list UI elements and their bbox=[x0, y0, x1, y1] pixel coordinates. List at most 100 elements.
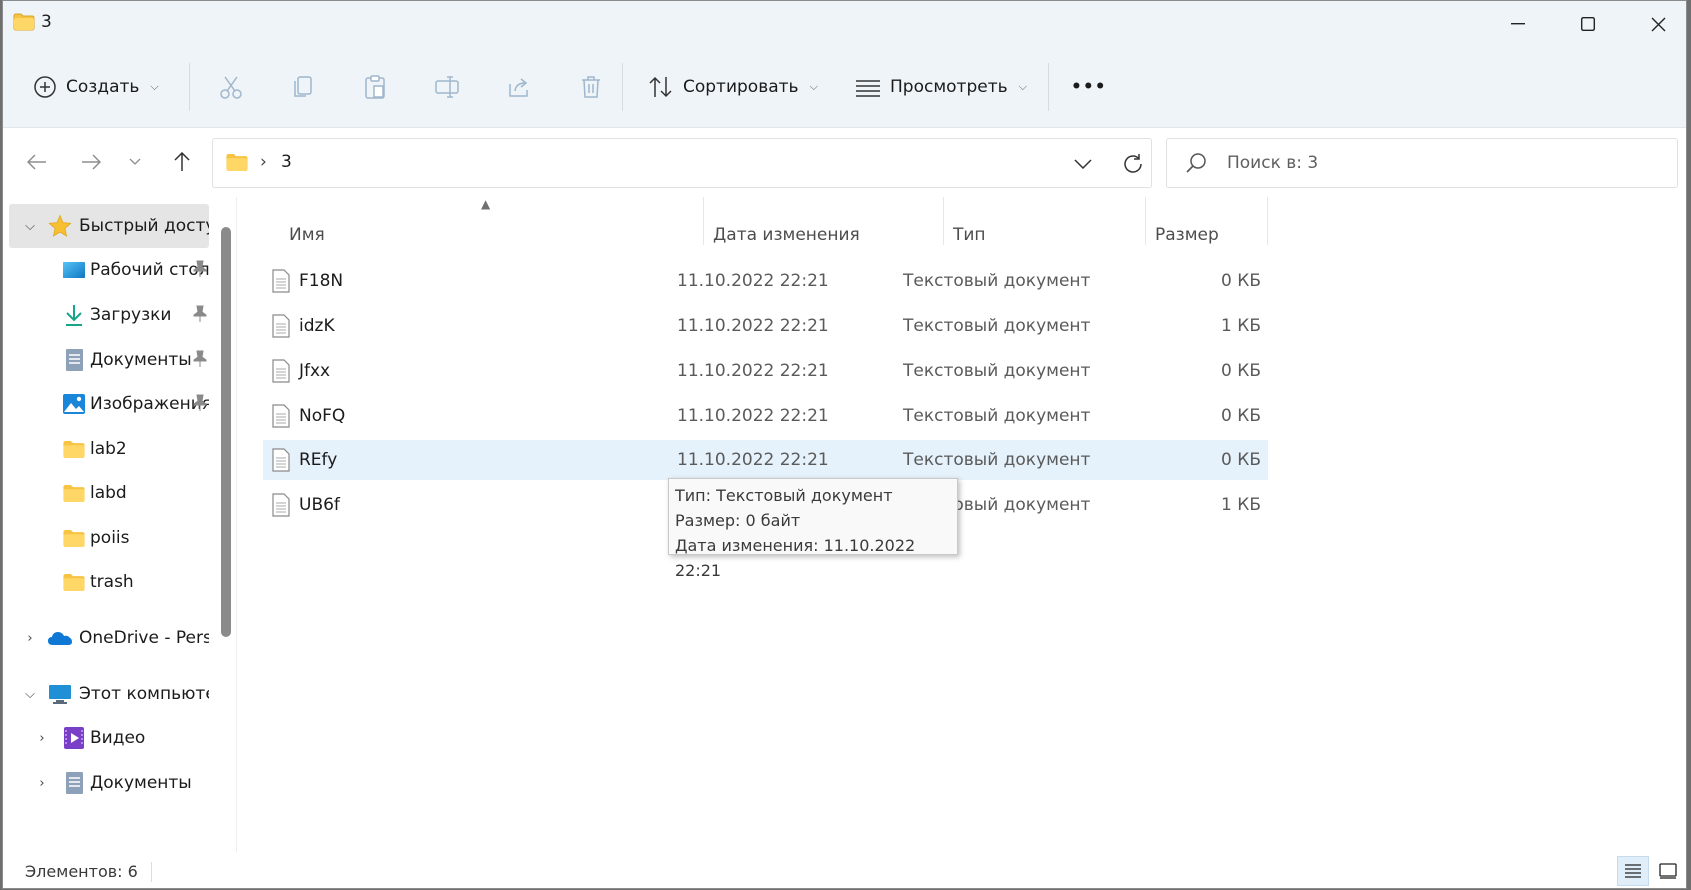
sidebar-item-this-pc[interactable]: ⌵ Этот компьютер bbox=[9, 672, 209, 716]
status-bar: Элементов: 6 bbox=[3, 852, 1686, 888]
tooltip-modified: Дата изменения: 11.10.2022 22:21 bbox=[675, 536, 916, 580]
copy-button[interactable] bbox=[287, 71, 319, 103]
sidebar-item-documents[interactable]: Документы bbox=[9, 338, 209, 382]
delete-button[interactable] bbox=[575, 71, 607, 103]
chevron-down-icon[interactable]: ⌵ bbox=[21, 687, 39, 702]
file-size: 1 КБ bbox=[1221, 495, 1261, 515]
column-header-size[interactable]: Размер bbox=[1155, 215, 1219, 255]
sidebar-item-labd[interactable]: labd bbox=[9, 471, 209, 515]
sidebar-item-label: OneDrive - Personal bbox=[79, 628, 209, 648]
chevron-down-icon[interactable]: ⌵ bbox=[21, 219, 39, 234]
chevron-right-icon[interactable]: › bbox=[21, 631, 39, 646]
file-row[interactable]: NoFQ 11.10.2022 22:21 Текстовый документ… bbox=[263, 396, 1268, 436]
details-view-icon bbox=[1625, 864, 1641, 878]
sidebar-item-label: Загрузки bbox=[90, 305, 172, 325]
sidebar-item-onedrive[interactable]: › OneDrive - Personal bbox=[9, 616, 209, 660]
sidebar-item-downloads[interactable]: Загрузки bbox=[9, 293, 209, 337]
share-button[interactable] bbox=[503, 71, 535, 103]
file-row[interactable]: F18N 11.10.2022 22:21 Текстовый документ… bbox=[263, 261, 1268, 301]
column-header-label: Размер bbox=[1155, 225, 1219, 245]
separator bbox=[622, 63, 623, 111]
column-separator[interactable] bbox=[1267, 197, 1268, 245]
new-button[interactable]: Создать ⌵ bbox=[33, 67, 159, 107]
back-button[interactable] bbox=[21, 146, 53, 178]
recent-locations-button[interactable] bbox=[119, 146, 151, 178]
file-size: 0 КБ bbox=[1221, 450, 1261, 470]
address-dropdown-button[interactable] bbox=[1068, 149, 1098, 179]
column-header-label: Тип bbox=[953, 225, 986, 245]
sidebar-item-videos[interactable]: › Видео bbox=[9, 716, 209, 760]
close-button[interactable] bbox=[1623, 1, 1686, 47]
view-button[interactable]: Просмотреть ⌵ bbox=[855, 67, 1027, 107]
view-button-label: Просмотреть bbox=[890, 77, 1008, 97]
file-row-hovered[interactable]: REfy 11.10.2022 22:21 Текстовый документ… bbox=[263, 440, 1268, 480]
sidebar-item-trash[interactable]: trash bbox=[9, 560, 209, 604]
file-name: Jfxx bbox=[299, 361, 331, 381]
text-file-icon bbox=[271, 269, 291, 298]
column-separator[interactable] bbox=[703, 197, 704, 245]
sort-ascending-icon: ▲ bbox=[481, 197, 491, 211]
sidebar-item-label: labd bbox=[90, 483, 127, 503]
more-options-button[interactable]: ••• bbox=[1071, 67, 1107, 107]
file-row[interactable]: Jfxx 11.10.2022 22:21 Текстовый документ… bbox=[263, 351, 1268, 391]
maximize-button[interactable] bbox=[1553, 1, 1623, 47]
rename-button[interactable] bbox=[431, 71, 463, 103]
file-date: 11.10.2022 22:21 bbox=[677, 271, 829, 291]
text-file-icon bbox=[271, 314, 291, 343]
computer-icon bbox=[47, 681, 73, 707]
address-bar[interactable]: › 3 bbox=[212, 138, 1152, 188]
chevron-right-icon[interactable]: › bbox=[33, 776, 51, 791]
star-icon bbox=[47, 213, 73, 239]
column-separator[interactable] bbox=[1145, 197, 1146, 245]
sidebar-item-quick-access[interactable]: ⌵ Быстрый доступ bbox=[9, 204, 209, 248]
search-icon bbox=[1185, 152, 1207, 178]
sidebar-item-poiis[interactable]: poiis bbox=[9, 516, 209, 560]
view-list-icon bbox=[856, 80, 880, 97]
details-view-button[interactable] bbox=[1617, 856, 1649, 886]
sidebar-item-pictures[interactable]: Изображения bbox=[9, 382, 209, 426]
explorer-window: 3 Создать ⌵ Сортировать ⌵ Просмотреть ⌵ … bbox=[2, 0, 1687, 889]
refresh-button[interactable] bbox=[1118, 149, 1148, 179]
file-row[interactable]: idzK 11.10.2022 22:21 Текстовый документ… bbox=[263, 306, 1268, 346]
sidebar-item-desktop[interactable]: Рабочий стол bbox=[9, 248, 209, 292]
breadcrumb-separator[interactable]: › bbox=[260, 152, 267, 172]
sidebar-scrollbar[interactable] bbox=[221, 227, 231, 837]
tiles-view-button[interactable] bbox=[1653, 856, 1683, 886]
search-input[interactable]: Поиск в: 3 bbox=[1166, 138, 1678, 188]
text-file-icon bbox=[271, 404, 291, 433]
trash-icon bbox=[582, 76, 600, 98]
file-size: 0 КБ bbox=[1221, 271, 1261, 291]
desktop-icon bbox=[61, 257, 87, 283]
column-header-date[interactable]: Дата изменения bbox=[713, 215, 860, 255]
cut-button[interactable] bbox=[215, 71, 247, 103]
plus-circle-icon bbox=[34, 76, 56, 98]
minimize-button[interactable] bbox=[1483, 1, 1553, 47]
separator bbox=[1048, 63, 1049, 111]
column-separator[interactable] bbox=[943, 197, 944, 245]
folder-icon bbox=[225, 153, 249, 176]
share-icon bbox=[509, 78, 528, 97]
title-bar[interactable]: 3 bbox=[3, 1, 1686, 47]
column-header-name[interactable]: Имя bbox=[289, 215, 325, 255]
chevron-right-icon[interactable]: › bbox=[33, 731, 51, 746]
pin-icon bbox=[192, 394, 208, 417]
chevron-down-icon bbox=[129, 158, 141, 165]
up-button[interactable] bbox=[166, 146, 198, 178]
folder-icon bbox=[61, 525, 87, 551]
paste-button[interactable] bbox=[359, 71, 391, 103]
sort-button[interactable]: Сортировать ⌵ bbox=[648, 67, 818, 107]
file-name: NoFQ bbox=[299, 406, 346, 426]
file-list: ▲ Имя Дата изменения Тип Размер F18N 11.… bbox=[237, 197, 1686, 852]
sidebar-item-this-pc-documents[interactable]: › Документы bbox=[9, 761, 209, 805]
scrollbar-thumb[interactable] bbox=[221, 227, 231, 637]
sidebar-item-label: lab2 bbox=[90, 439, 127, 459]
separator bbox=[151, 862, 152, 882]
forward-button[interactable] bbox=[75, 146, 107, 178]
file-name: REfy bbox=[299, 450, 338, 470]
breadcrumb-item[interactable]: 3 bbox=[281, 152, 292, 172]
column-header-type[interactable]: Тип bbox=[953, 215, 986, 255]
pin-icon bbox=[192, 260, 208, 283]
rename-icon bbox=[435, 76, 459, 98]
tooltip-type: Тип: Текстовый документ bbox=[675, 486, 893, 505]
sidebar-item-lab2[interactable]: lab2 bbox=[9, 427, 209, 471]
